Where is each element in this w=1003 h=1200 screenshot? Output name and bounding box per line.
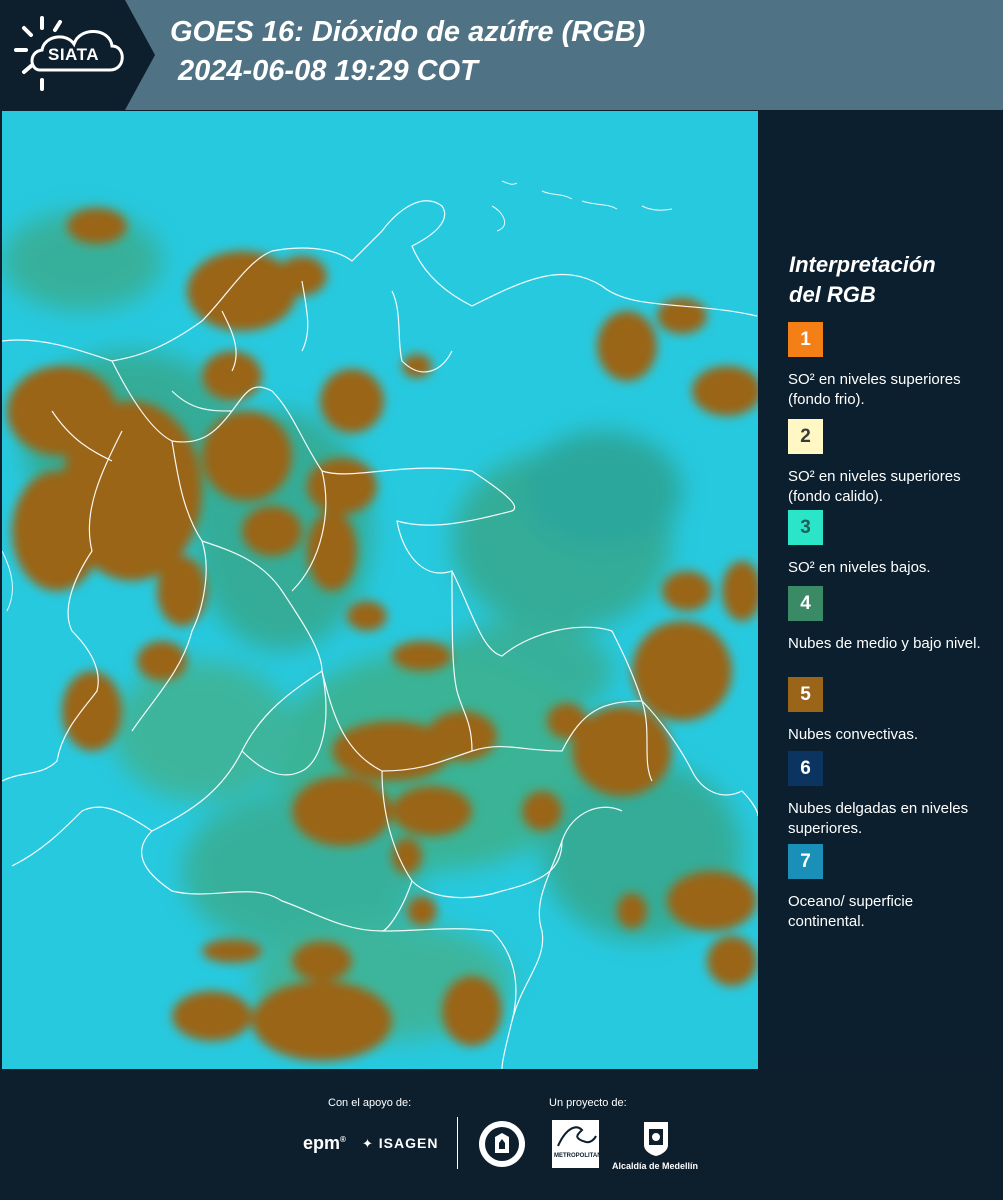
footer-divider <box>457 1117 458 1169</box>
siata-logo-text: SIATA <box>48 45 99 64</box>
legend-label-4: Nubes de medio y bajo nivel. <box>788 635 981 652</box>
epm-logo[interactable]: epm® <box>303 1133 346 1154</box>
legend-item-2: 2 SO² en niveles superiores (fondo calid… <box>788 419 988 507</box>
legend-swatch-1: 1 <box>788 322 823 357</box>
support-label: Con el apoyo de: <box>328 1097 412 1109</box>
legend-item-5: 5 Nubes convectivas. <box>788 677 988 745</box>
page-title: GOES 16: Dióxido de azúfre (RGB) <box>170 16 646 48</box>
legend-title: Interpretación del RGB <box>789 250 989 310</box>
satellite-map[interactable] <box>2 111 758 1069</box>
legend-item-3: 3 SO² en niveles bajos. <box>788 510 988 578</box>
area-caption: METROPOLITANA <box>554 1153 606 1159</box>
legend-swatch-7: 7 <box>788 844 823 879</box>
epm-logo-text: epm <box>303 1133 341 1153</box>
legend-title-line1: Interpretación <box>789 252 936 277</box>
satellite-image <box>2 111 758 1069</box>
timestamp: 2024-06-08 19:29 COT <box>178 55 478 87</box>
legend-label-2: SO² en niveles superiores (fondo calido)… <box>788 468 961 505</box>
isagen-logo-text: ISAGEN <box>378 1135 439 1151</box>
legend-label-6: Nubes delgadas en niveles superiores. <box>788 800 969 837</box>
footer: Con el apoyo de: Un proyecto de: epm® ✦ … <box>0 1069 1003 1200</box>
project-label: Un proyecto de: <box>549 1097 627 1109</box>
legend-label-1: SO² en niveles superiores (fondo frio). <box>788 371 961 408</box>
area-metropolitana-logo[interactable]: METROPOLITANA <box>552 1120 606 1168</box>
legend-item-1: 1 SO² en niveles superiores (fondo frio)… <box>788 322 988 410</box>
legend-sidebar: Interpretación del RGB 1 SO² en niveles … <box>760 111 1003 1069</box>
isagen-logo[interactable]: ✦ ISAGEN <box>362 1135 438 1152</box>
legend-item-4: 4 Nubes de medio y bajo nivel. <box>788 586 988 654</box>
siata-logo[interactable]: SIATA <box>0 0 155 110</box>
legend-item-6: 6 Nubes delgadas en niveles superiores. <box>788 751 988 839</box>
medellin-seal-icon[interactable] <box>477 1119 527 1169</box>
legend-label-3: SO² en niveles bajos. <box>788 559 931 576</box>
alcaldia-caption: Alcaldía de Medellín <box>612 1161 699 1171</box>
legend-swatch-6: 6 <box>788 751 823 786</box>
legend-label-5: Nubes convectivas. <box>788 726 919 743</box>
area-metropolitana-icon <box>557 1126 597 1147</box>
alcaldia-shield-icon[interactable] <box>641 1119 671 1157</box>
legend-swatch-4: 4 <box>788 586 823 621</box>
legend-swatch-2: 2 <box>788 419 823 454</box>
header: SIATA GOES 16: Dióxido de azúfre (RGB) 2… <box>0 0 1003 110</box>
isagen-star-icon: ✦ <box>362 1136 374 1151</box>
legend-title-line2: del RGB <box>789 282 876 307</box>
legend-label-7: Oceano/ superficie continental. <box>788 893 914 930</box>
legend-swatch-5: 5 <box>788 677 823 712</box>
legend-swatch-3: 3 <box>788 510 823 545</box>
legend-item-7: 7 Oceano/ superficie continental. <box>788 844 988 932</box>
